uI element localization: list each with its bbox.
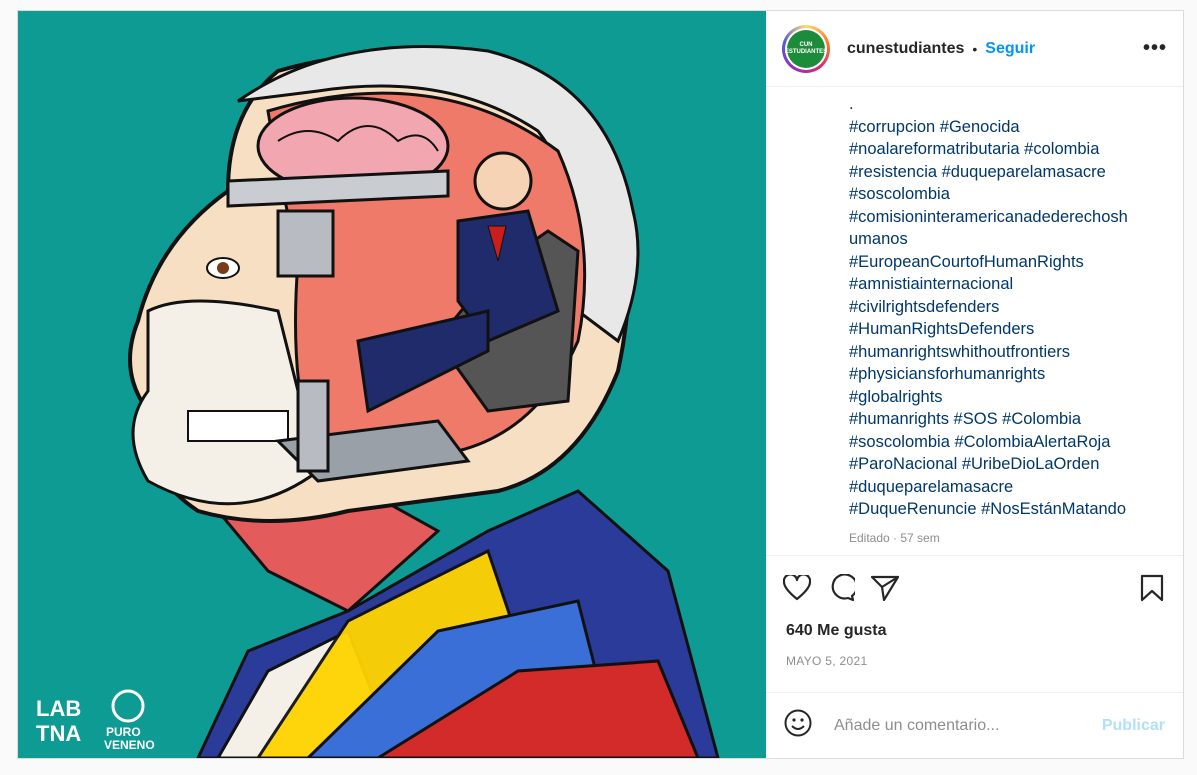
- heart-icon[interactable]: [782, 573, 812, 603]
- share-icon[interactable]: [870, 573, 900, 603]
- action-bar: [766, 556, 1183, 620]
- illustration: LAB TNA PURO VENENO: [18, 11, 766, 758]
- caption-line[interactable]: #noalareformatributaria #colombia: [849, 138, 1149, 161]
- caption-line[interactable]: #HumanRightsDefenders: [849, 318, 1149, 341]
- caption-line[interactable]: #globalrights: [849, 386, 1149, 409]
- comment-icon[interactable]: [826, 573, 856, 603]
- post-container: LAB TNA PURO VENENO CUN ESTUDIANTES cune…: [17, 10, 1184, 759]
- caption-line[interactable]: #corrupcion #Genocida: [849, 116, 1149, 139]
- caption-line[interactable]: #humanrights #SOS #Colombia: [849, 408, 1149, 431]
- publish-button[interactable]: Publicar: [1102, 717, 1165, 735]
- caption-line: .: [849, 95, 854, 113]
- caption-line: umanos: [849, 230, 908, 248]
- bookmark-icon[interactable]: [1137, 573, 1167, 603]
- caption-line[interactable]: #civilrightsdefenders: [849, 296, 1149, 319]
- svg-text:VENENO: VENENO: [104, 738, 155, 752]
- caption-line[interactable]: #amnistiainternacional: [849, 273, 1149, 296]
- caption-line[interactable]: #soscolombia: [849, 183, 1149, 206]
- follow-button[interactable]: Seguir: [985, 40, 1035, 58]
- caption-line[interactable]: #soscolombia #ColombiaAlertaRoja: [849, 431, 1149, 454]
- avatar-logo: CUN ESTUDIANTES: [785, 29, 827, 68]
- svg-text:LAB: LAB: [36, 696, 81, 721]
- comment-input[interactable]: [832, 715, 1102, 736]
- more-options-icon[interactable]: •••: [1143, 37, 1167, 60]
- post-image[interactable]: LAB TNA PURO VENENO: [18, 11, 766, 758]
- post-header: CUN ESTUDIANTES cunestudiantes • Seguir …: [766, 11, 1183, 87]
- caption-line[interactable]: #resistencia #duqueparelamasacre: [849, 161, 1149, 184]
- caption-line[interactable]: #physiciansforhumanrights: [849, 363, 1149, 386]
- separator-dot: •: [972, 40, 978, 57]
- likes-count[interactable]: 640 Me gusta: [766, 622, 1183, 640]
- svg-text:PURO: PURO: [106, 725, 141, 739]
- caption-line[interactable]: #DuqueRenuncie #NosEstánMatando: [849, 498, 1149, 521]
- comment-box: Publicar: [766, 692, 1183, 758]
- svg-text:TNA: TNA: [36, 721, 81, 746]
- edited-timestamp: Editado · 57 sem: [849, 530, 940, 545]
- caption-area[interactable]: . #corrupcion #Genocida #noalareformatribu…: [766, 87, 1183, 556]
- caption-line[interactable]: #comisioninteramericanadederechosh: [849, 206, 1149, 229]
- emoji-icon[interactable]: [784, 709, 812, 742]
- caption-line[interactable]: #EuropeanCourtofHumanRights: [849, 251, 1149, 274]
- post-date: MAYO 5, 2021: [786, 654, 868, 668]
- caption-line[interactable]: #duqueparelamasacre: [849, 476, 1149, 499]
- username[interactable]: cunestudiantes: [847, 40, 964, 58]
- caption-line[interactable]: #ParoNacional #UribeDioLaOrden: [849, 453, 1149, 476]
- caption-line[interactable]: #humanrightswhithoutfrontiers: [849, 341, 1149, 364]
- post-sidebar: CUN ESTUDIANTES cunestudiantes • Seguir …: [766, 11, 1183, 758]
- caption-text: . #corrupcion #Genocida #noalareformatribu…: [766, 87, 1149, 521]
- avatar[interactable]: CUN ESTUDIANTES: [782, 24, 830, 73]
